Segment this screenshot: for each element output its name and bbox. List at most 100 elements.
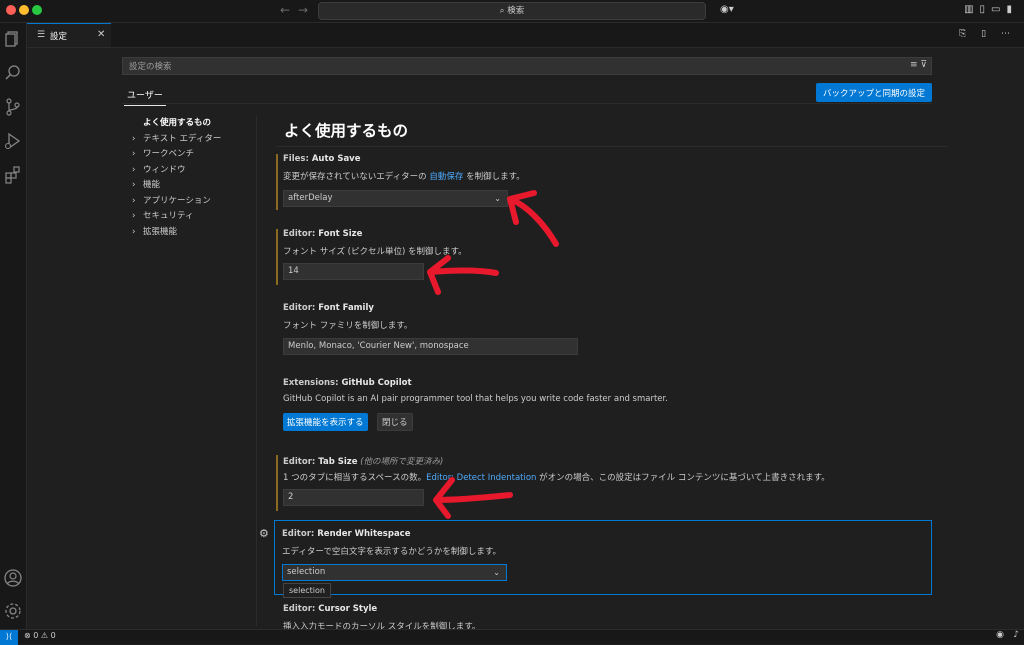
command-center-label: 検索 — [507, 6, 525, 16]
settings-search-input[interactable] — [127, 59, 891, 75]
font-family-field[interactable] — [283, 338, 578, 355]
remote-indicator-icon[interactable]: ⟩⟨ — [0, 630, 18, 645]
setting-description: GitHub Copilot is an AI pair programmer … — [283, 394, 668, 404]
setting-title: Editor: Font Family — [283, 303, 374, 313]
search-icon[interactable] — [3, 63, 23, 83]
render-whitespace-value: selection — [287, 567, 326, 577]
chevron-right-icon: › — [132, 149, 136, 159]
scope-divider — [122, 103, 932, 104]
setting-auto-save: Files: Auto Save 変更が保存されていないエディターの 自動保存 … — [276, 154, 932, 210]
toc-item[interactable]: › テキスト エディター — [132, 132, 256, 148]
maximize-window-button[interactable] — [32, 5, 42, 15]
chevron-right-icon: › — [132, 180, 136, 190]
notifications-bell-icon[interactable]: ♪ — [1013, 630, 1019, 640]
editor-tabs: ☰ 設定 ✕ ⎘ ▯ ⋯ — [27, 23, 1024, 48]
render-whitespace-select[interactable]: selection ⌄ — [282, 564, 507, 581]
chevron-right-icon: › — [132, 164, 136, 175]
toc-item[interactable]: › セキュリティ — [132, 209, 256, 225]
font-size-field[interactable] — [283, 263, 424, 280]
close-window-button[interactable] — [6, 5, 16, 15]
setting-description: 挿入入力モードのカーソル スタイルを制御します。 — [283, 622, 481, 629]
setting-gear-icon[interactable]: ⚙ — [259, 527, 269, 540]
settings-toc: よく使用するもの › テキスト エディター › ワークベンチ › ウィンドウ › 機能 … — [132, 116, 256, 240]
setting-description: エディターで空白文字を表示するかどうかを制御します。 — [282, 547, 502, 557]
warning-icon: ⚠ — [40, 631, 49, 640]
setting-render-whitespace: Editor: Render Whitespace エディターで空白文字を表示す… — [274, 520, 932, 595]
navigation-arrows[interactable]: ←→ — [280, 3, 316, 17]
error-icon: ⊗ — [24, 631, 31, 640]
tab-settings-label: 設定 — [50, 32, 68, 42]
section-title: よく使用するもの — [284, 122, 409, 140]
setting-title: Editor: Render Whitespace — [282, 529, 411, 539]
setting-description: 1 つのタブに相当するスペースの数。Editor: Detect Indenta… — [283, 473, 830, 483]
setting-tab-size: Editor: Tab Size (他の場所で変更済み) 1 つのタブに相当する… — [276, 455, 932, 511]
auto-save-select[interactable]: afterDelay ⌄ — [283, 190, 508, 207]
toc-divider — [256, 116, 257, 626]
dismiss-button[interactable]: 閉じる — [377, 413, 413, 431]
auto-save-link[interactable]: 自動保存 — [429, 172, 463, 182]
explorer-icon[interactable] — [3, 29, 23, 49]
chevron-right-icon: › — [132, 211, 136, 221]
setting-description: フォント ファミリを制御します。 — [283, 321, 413, 331]
tab-size-input[interactable] — [288, 492, 417, 502]
manage-gear-icon[interactable] — [3, 601, 23, 621]
settings-tab-icon: ☰ — [37, 30, 46, 40]
backup-sync-button[interactable]: バックアップと同期の設定 — [816, 83, 932, 102]
setting-description: 変更が保存されていないエディターの 自動保存 を制御します。 — [283, 172, 525, 182]
hover-tooltip: selection — [283, 583, 331, 598]
error-count: 0 — [33, 631, 39, 640]
toc-item-commonly-used[interactable]: よく使用するもの — [132, 116, 256, 132]
warning-count: 0 — [50, 631, 56, 640]
setting-title: Editor: Tab Size (他の場所で変更済み) — [283, 457, 444, 467]
extensions-icon[interactable] — [3, 165, 23, 185]
show-extension-button[interactable]: 拡張機能を表示する — [283, 413, 368, 431]
settings-search-box: ≡ ⊽ — [122, 57, 932, 75]
tab-settings[interactable]: ☰ 設定 ✕ — [27, 23, 111, 47]
setting-title: Editor: Font Size — [283, 229, 363, 239]
editor-actions[interactable]: ⎘ ▯ ⋯ — [959, 29, 1016, 39]
problems-indicator[interactable]: ⊗ 0 ⚠ 0 — [24, 631, 56, 640]
section-divider — [276, 146, 948, 147]
toc-item[interactable]: › アプリケーション — [132, 194, 256, 210]
account-icon[interactable] — [3, 568, 23, 588]
copilot-icon[interactable]: ◉▾ — [720, 4, 734, 15]
close-icon[interactable]: ✕ — [97, 29, 105, 40]
toc-item[interactable]: › 拡張機能 — [132, 225, 256, 241]
setting-title: Files: Auto Save — [283, 154, 361, 164]
toc-item-label: ウィンドウ — [143, 164, 186, 175]
chevron-right-icon: › — [132, 226, 136, 237]
setting-title: Editor: Cursor Style — [283, 604, 378, 614]
toc-item[interactable]: › 機能 — [132, 178, 256, 194]
setting-github-copilot: Extensions: GitHub Copilot GitHub Copilo… — [276, 378, 932, 436]
setting-font-size: Editor: Font Size フォント サイズ (ピクセル単位) を制御し… — [276, 229, 932, 285]
command-center[interactable]: ⌕ 検索 — [318, 2, 706, 20]
toc-item-label: アプリケーション — [143, 195, 211, 206]
toc-item-label: テキスト エディター — [143, 133, 222, 144]
setting-description: フォント サイズ (ピクセル単位) を制御します。 — [283, 247, 467, 257]
setting-title: Extensions: GitHub Copilot — [283, 378, 412, 388]
font-family-input[interactable] — [288, 341, 563, 351]
minimize-window-button[interactable] — [19, 5, 29, 15]
chevron-right-icon: › — [132, 195, 136, 206]
font-size-input[interactable] — [288, 266, 417, 276]
tab-size-field[interactable] — [283, 489, 424, 506]
detect-indentation-link[interactable]: Editor: Detect Indentation — [426, 473, 536, 483]
layout-controls[interactable]: ▥▯▭▮ — [964, 4, 1018, 15]
toc-item-label: ワークベンチ — [143, 149, 195, 159]
toc-item-label: 拡張機能 — [143, 226, 178, 237]
toc-item[interactable]: › ウィンドウ — [132, 163, 256, 179]
chevron-right-icon: › — [132, 133, 136, 144]
activity-bar — [0, 23, 27, 629]
toc-item-label: 機能 — [143, 180, 161, 190]
copilot-status-icon[interactable]: ◉ — [996, 630, 1004, 640]
toc-item-label: セキュリティ — [143, 211, 194, 221]
auto-save-value: afterDelay — [288, 193, 333, 203]
title-bar: ←→ ⌕ 検索 ◉▾ ▥▯▭▮ — [0, 0, 1024, 23]
setting-font-family: Editor: Font Family フォント ファミリを制御します。 — [276, 303, 932, 359]
source-control-icon[interactable] — [3, 97, 23, 117]
filter-icon[interactable]: ≡ ⊽ — [910, 60, 927, 70]
modified-elsewhere-note[interactable]: (他の場所で変更済み) — [360, 457, 443, 467]
chevron-down-icon: ⌄ — [493, 568, 500, 577]
toc-item[interactable]: › ワークベンチ — [132, 147, 256, 163]
run-debug-icon[interactable] — [3, 131, 23, 151]
